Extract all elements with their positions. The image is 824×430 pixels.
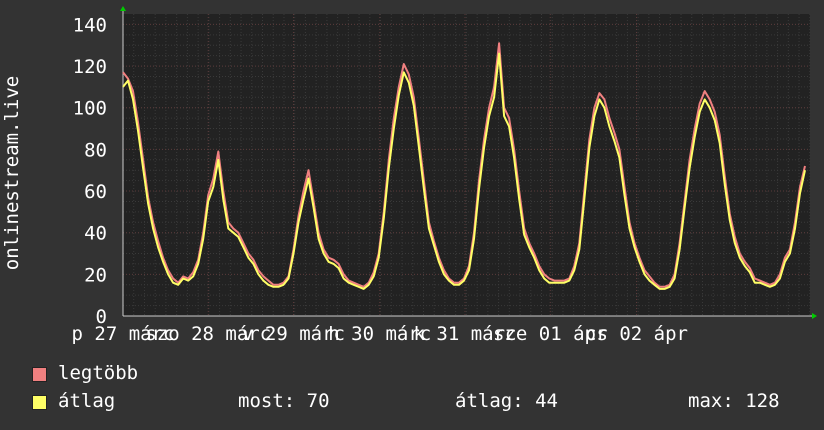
- y-tick-label: 60: [84, 181, 107, 203]
- stat-avg: átlag: 44: [455, 390, 558, 412]
- stat-max: max: 128: [688, 390, 780, 412]
- y-tick-label: 100: [73, 98, 107, 120]
- legend-swatch-avg: [32, 395, 47, 410]
- y-tick-label: 120: [73, 56, 107, 78]
- y-axis-label: onlinestream.live: [1, 76, 23, 270]
- legend-swatch-max: [32, 367, 47, 382]
- y-tick-label: 40: [84, 223, 107, 245]
- chart-svg: 020406080100120140p 27 márcszo 28 márcv …: [1, 6, 817, 345]
- stat-now: most: 70: [238, 390, 330, 412]
- x-tick-label: cs 02 ápr: [585, 323, 688, 345]
- y-tick-label: 140: [73, 14, 107, 36]
- y-tick-label: 20: [84, 264, 107, 286]
- legend-label-max: legtöbb: [58, 362, 139, 384]
- legend-label-avg: átlag: [58, 390, 116, 412]
- y-tick-label: 80: [84, 139, 107, 161]
- x-axis-arrow: [812, 313, 817, 319]
- y-axis-arrow: [120, 6, 126, 11]
